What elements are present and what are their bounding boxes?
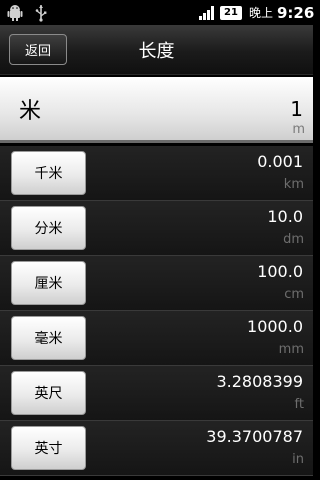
unit-row-dm: 分米 10.0 dm: [0, 201, 313, 256]
status-time: 9:26: [277, 3, 315, 22]
unit-button-in[interactable]: 英寸: [11, 426, 86, 470]
unit-button-cm[interactable]: 厘米: [11, 261, 86, 305]
unit-button-mm[interactable]: 毫米: [11, 316, 86, 360]
unit-button-km[interactable]: 千米: [11, 151, 86, 195]
unit-button-ft[interactable]: 英尺: [11, 371, 86, 415]
unit-value: 100.0: [257, 262, 303, 281]
unit-value: 1000.0: [247, 317, 303, 336]
title-bar: 返回 长度: [0, 25, 313, 75]
unit-abbr: ft: [294, 397, 304, 412]
unit-abbr: km: [283, 177, 304, 192]
battery-icon: 21: [220, 0, 242, 25]
battery-level: 21: [220, 5, 242, 20]
main-unit-value: 1: [290, 97, 303, 121]
unit-abbr: in: [292, 452, 304, 467]
main-unit-panel[interactable]: 米 1 m: [0, 77, 313, 143]
main-unit-name: 米: [19, 99, 42, 124]
android-icon: [6, 0, 24, 25]
unit-value: 10.0: [267, 207, 303, 226]
unit-value: 3.2808399: [216, 372, 303, 391]
main-unit-abbr: m: [292, 122, 305, 137]
unit-abbr: mm: [278, 342, 304, 357]
usb-icon: [34, 0, 48, 25]
unit-row-km: 千米 0.001 km: [0, 146, 313, 201]
status-ampm: 晚上: [249, 6, 274, 20]
back-button[interactable]: 返回: [9, 34, 67, 65]
unit-row-in: 英寸 39.3700787 in: [0, 421, 313, 476]
unit-abbr: cm: [284, 287, 304, 302]
unit-value: 39.3700787: [206, 427, 303, 446]
unit-button-dm[interactable]: 分米: [11, 206, 86, 250]
unit-row-mm: 毫米 1000.0 mm: [0, 311, 313, 366]
status-bar: 21 晚上 9:26: [0, 0, 315, 25]
unit-value: 0.001: [257, 152, 303, 171]
unit-row-cm: 厘米 100.0 cm: [0, 256, 313, 311]
unit-abbr: dm: [283, 232, 304, 247]
unit-row-ft: 英尺 3.2808399 ft: [0, 366, 313, 421]
signal-icon: [199, 0, 215, 25]
